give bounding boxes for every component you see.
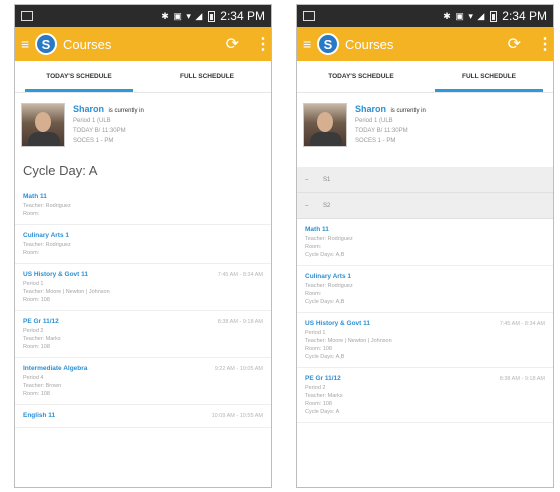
battery-icon	[208, 10, 216, 22]
course-name: Math 11	[23, 193, 47, 200]
course-time: 7:45 AM - 8:34 AM	[217, 272, 263, 278]
course-detail: Cycle Days: A,B	[305, 354, 345, 360]
course-item[interactable]: English 11 10:09 AM - 10:55 AM	[15, 405, 271, 428]
notification-icon	[303, 11, 315, 21]
signal-icons: ✱ ▣ ▾ ◢	[161, 10, 204, 21]
course-detail: Period 4	[23, 375, 44, 381]
course-detail: Room: 108	[23, 344, 50, 350]
course-detail: Room: 108	[23, 391, 50, 397]
semester-label: S2	[323, 202, 331, 209]
course-time: 10:09 AM - 10:55 AM	[211, 413, 263, 419]
course-detail: Cycle Days: A	[305, 409, 340, 415]
course-detail: Cycle Days: A,B	[305, 252, 345, 258]
app-logo-icon: S	[317, 33, 339, 55]
menu-icon[interactable]: ≡	[303, 36, 313, 52]
tab-bar: TODAY'S SCHEDULE FULL SCHEDULE	[15, 61, 271, 93]
profile-line: SOCES 1 - PM	[355, 138, 396, 144]
app-title: Courses	[345, 36, 394, 52]
cycle-day-label: Cycle Day: A	[23, 163, 98, 178]
course-detail: Room:	[23, 250, 40, 256]
course-detail: Teacher: Rodriguez	[305, 283, 353, 289]
profile-line: Period 1 (ULB	[73, 118, 111, 124]
semester-filter-s2[interactable]: – S2	[297, 193, 553, 219]
app-logo-icon: S	[35, 33, 57, 55]
more-options-icon[interactable]: ⋮	[255, 34, 271, 54]
course-time: 7:45 AM - 8:34 AM	[499, 321, 545, 327]
sync-icon[interactable]: ⟳	[226, 34, 239, 54]
tab-full-schedule[interactable]: FULL SCHEDULE	[143, 61, 271, 92]
profile-line: TODAY B/ 11:30PM	[355, 128, 408, 134]
course-detail: Period 1	[23, 281, 44, 287]
course-name: Math 11	[305, 226, 329, 233]
course-detail: Room: 108	[23, 297, 50, 303]
course-detail: Room:	[305, 291, 322, 297]
signal-icons: ✱ ▣ ▾ ◢	[443, 10, 486, 21]
semester-filter-s1[interactable]: – S1	[297, 167, 553, 193]
profile-line: SOCES 1 - PM	[73, 138, 114, 144]
phone-screen-today: ✱ ▣ ▾ ◢ 2:34 PM ≡ S Courses ⟳ ⋮ TODAY'S …	[14, 4, 272, 488]
course-item[interactable]: Culinary Arts 1 Teacher: Rodriguez Room:	[15, 225, 271, 264]
phone-screen-full: ✱ ▣ ▾ ◢ 2:34 PM ≡ S Courses ⟳ ⋮ TODAY'S …	[296, 4, 554, 488]
notification-icon	[21, 11, 33, 21]
status-bar: ✱ ▣ ▾ ◢ 2:34 PM	[297, 5, 553, 27]
course-detail: Room:	[23, 211, 40, 217]
course-list: Math 11 Teacher: Rodriguez Room: Cycle Days…	[297, 219, 553, 423]
student-status: is currently in	[108, 108, 144, 114]
status-time: 2:34 PM	[220, 9, 265, 23]
profile-line: Period 1 (ULB	[355, 118, 393, 124]
course-detail: Teacher: Marks	[305, 393, 343, 399]
student-status: is currently in	[390, 108, 426, 114]
status-bar: ✱ ▣ ▾ ◢ 2:34 PM	[15, 5, 271, 27]
course-time: 8:38 AM - 9:18 AM	[499, 376, 545, 382]
course-detail: Room:	[305, 244, 322, 250]
course-name: Culinary Arts 1	[305, 273, 351, 280]
course-item[interactable]: US History & Govt 11 Period 1 Teacher: Moo…	[297, 313, 553, 368]
student-name: Sharon	[73, 104, 105, 114]
profile-line: TODAY B/ 11:30PM	[73, 128, 126, 134]
course-list: Math 11 Teacher: Rodriguez Room: Culinary A…	[15, 186, 271, 428]
semester-label: S1	[323, 176, 331, 183]
battery-icon	[490, 10, 498, 22]
course-detail: Period 2	[23, 328, 44, 334]
course-time: 9:22 AM - 10:05 AM	[214, 366, 263, 372]
course-item[interactable]: PE Gr 11/12 Period 2 Teacher: Marks Room: 1…	[15, 311, 271, 358]
course-detail: Teacher: Brown	[23, 383, 62, 389]
sync-icon[interactable]: ⟳	[508, 34, 521, 54]
course-detail: Period 1	[305, 330, 326, 336]
app-bar: ≡ S Courses ⟳ ⋮	[297, 27, 553, 61]
app-bar: ≡ S Courses ⟳ ⋮	[15, 27, 271, 61]
avatar	[303, 103, 347, 147]
course-name: Culinary Arts 1	[23, 232, 69, 239]
profile-card[interactable]: Sharon is currently in Period 1 (ULB TOD…	[297, 93, 553, 153]
student-name: Sharon	[355, 104, 387, 114]
app-title: Courses	[63, 36, 112, 52]
course-detail: Teacher: Moore | Newton | Johnson	[305, 338, 392, 344]
course-detail: Room: 108	[305, 401, 332, 407]
course-detail: Teacher: Rodriguez	[23, 203, 71, 209]
status-time: 2:34 PM	[502, 9, 547, 23]
course-detail: Teacher: Rodriguez	[305, 236, 353, 242]
tab-todays-schedule[interactable]: TODAY'S SCHEDULE	[297, 61, 425, 92]
course-detail: Period 2	[305, 385, 326, 391]
tab-bar: TODAY'S SCHEDULE FULL SCHEDULE	[297, 61, 553, 93]
tab-todays-schedule[interactable]: TODAY'S SCHEDULE	[15, 61, 143, 92]
course-item[interactable]: Math 11 Teacher: Rodriguez Room: Cycle Days…	[297, 219, 553, 266]
course-detail: Teacher: Moore | Newton | Johnson	[23, 289, 110, 295]
course-detail: Teacher: Rodriguez	[23, 242, 71, 248]
course-item[interactable]: Culinary Arts 1 Teacher: Rodriguez Room: Cy…	[297, 266, 553, 313]
avatar	[21, 103, 65, 147]
course-item[interactable]: Intermediate Algebra Period 4 Teacher: Bro…	[15, 358, 271, 405]
course-detail: Teacher: Marks	[23, 336, 61, 342]
course-detail: Room: 108	[305, 346, 332, 352]
course-item[interactable]: US History & Govt 11 Period 1 Teacher: Moo…	[15, 264, 271, 311]
course-time: 8:38 AM - 9:18 AM	[217, 319, 263, 325]
more-options-icon[interactable]: ⋮	[537, 34, 553, 54]
course-detail: Cycle Days: A,B	[305, 299, 345, 305]
menu-icon[interactable]: ≡	[21, 36, 31, 52]
profile-card[interactable]: Sharon is currently in Period 1 (ULB TOD…	[15, 93, 271, 153]
course-item[interactable]: Math 11 Teacher: Rodriguez Room:	[15, 186, 271, 225]
tab-full-schedule[interactable]: FULL SCHEDULE	[425, 61, 553, 92]
course-item[interactable]: PE Gr 11/12 Period 2 Teacher: Marks Room: 1…	[297, 368, 553, 423]
